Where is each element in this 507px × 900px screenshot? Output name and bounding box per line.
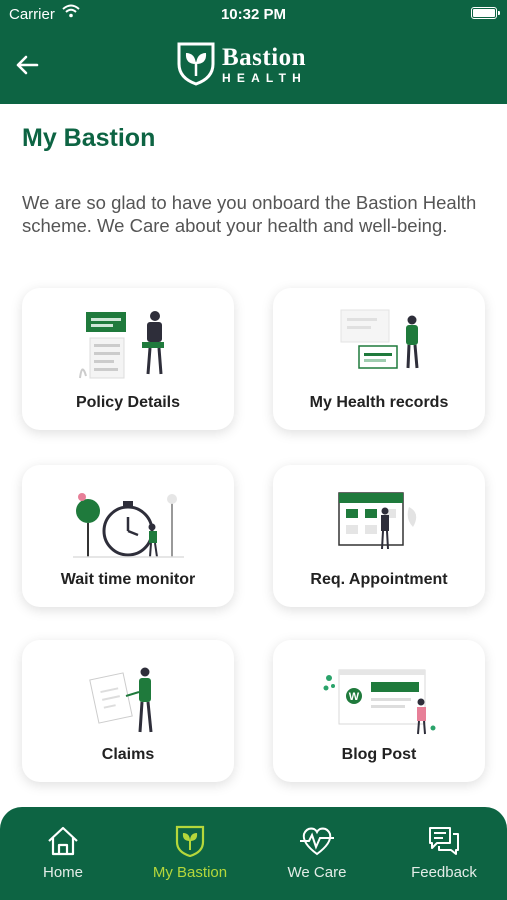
blog-illustration: W — [323, 669, 436, 735]
brand-name: Bastion — [222, 43, 307, 71]
chat-icon — [429, 827, 459, 855]
card-label: Req. Appointment — [310, 571, 448, 588]
app-header: Carrier 10:32 PM Bastion HEALTH — [0, 0, 507, 104]
nav-feedback[interactable]: Feedback — [381, 807, 507, 900]
nav-label: Feedback — [411, 864, 477, 881]
card-label: Policy Details — [75, 394, 181, 411]
intro-text: We are so glad to have you onboard the B… — [22, 192, 477, 236]
bastion-shield-icon — [175, 825, 205, 857]
clock: 10:32 PM — [220, 6, 287, 23]
claims-illustration — [89, 667, 153, 733]
card-label: My Health records — [309, 394, 449, 411]
bastion-health-logo: Bastion HEALTH — [176, 42, 307, 86]
heart-pulse-icon — [300, 827, 334, 856]
req-appointment-card[interactable]: Req. Appointment — [273, 465, 485, 607]
policy-illustration — [79, 311, 164, 379]
card-label: Claims — [101, 746, 155, 763]
bastion-shield-logo-icon — [177, 42, 215, 86]
policy-details-card[interactable]: Policy Details — [22, 288, 234, 430]
svg-text:W: W — [349, 691, 360, 703]
card-label: Wait time monitor — [60, 571, 196, 588]
card-label: Blog Post — [341, 746, 417, 763]
nav-label: We Care — [287, 864, 347, 881]
blog-post-card[interactable]: W Blog Post — [273, 640, 485, 782]
wait-time-monitor-card[interactable]: Wait time monitor — [22, 465, 234, 607]
nav-we-care[interactable]: We Care — [254, 807, 380, 900]
battery-icon — [471, 7, 500, 19]
status-bar: Carrier 10:32 PM — [0, 0, 507, 28]
nav-label: My Bastion — [152, 864, 228, 881]
bottom-nav: Home My Bastion We Care Feedback — [0, 807, 507, 900]
nav-home[interactable]: Home — [0, 807, 126, 900]
nav-label: Home — [42, 864, 83, 881]
back-arrow-icon[interactable] — [14, 52, 40, 78]
appointment-calendar-illustration — [338, 492, 417, 550]
brand-sub: HEALTH — [222, 70, 307, 85]
health-records-illustration — [340, 309, 419, 369]
home-icon — [48, 826, 78, 856]
health-records-card[interactable]: My Health records — [273, 288, 485, 430]
page-title: My Bastion — [22, 124, 156, 152]
claims-card[interactable]: Claims — [22, 640, 234, 782]
wait-time-illustration — [73, 493, 184, 558]
nav-my-bastion[interactable]: My Bastion — [127, 807, 253, 900]
